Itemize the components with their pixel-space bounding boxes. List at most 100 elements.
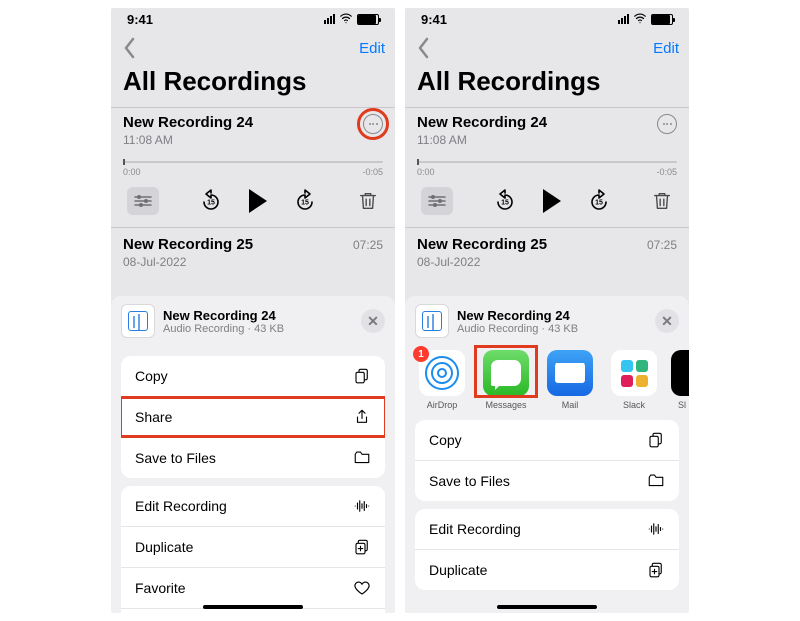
back-button[interactable]: [121, 37, 137, 59]
options-slider-button[interactable]: [421, 187, 453, 215]
duplicate-action[interactable]: Duplicate: [415, 549, 679, 590]
copy-icon: [647, 431, 665, 449]
copy-action[interactable]: Copy: [415, 420, 679, 460]
file-thumbnail-icon: [121, 304, 155, 338]
heart-icon: [353, 579, 371, 597]
messages-icon: [483, 350, 529, 396]
more-options-button[interactable]: [363, 114, 383, 134]
share-target-slack[interactable]: Slack: [607, 350, 661, 410]
share-sheet: New Recording 24 Audio Recording · 43 KB…: [405, 296, 689, 613]
waveform-icon: [353, 497, 371, 515]
copy-icon: [353, 367, 371, 385]
action-label: Save to Files: [135, 450, 216, 466]
playback-elapsed: 0:00: [417, 167, 435, 177]
recording-title: New Recording 24: [123, 114, 253, 131]
close-sheet-button[interactable]: ✕: [655, 309, 679, 333]
target-label: Slack: [607, 400, 661, 410]
nav-row: Edit: [111, 28, 395, 60]
recording-title: New Recording 25: [417, 236, 547, 253]
folder-icon: [647, 472, 665, 490]
copy-action[interactable]: Copy: [121, 356, 385, 396]
cellular-icon: [324, 14, 335, 24]
skip-back-15-button[interactable]: 15: [493, 189, 517, 213]
share-target-mail[interactable]: Mail: [543, 350, 597, 410]
back-button[interactable]: [415, 37, 431, 59]
svg-text:15: 15: [595, 200, 603, 207]
share-targets-row: 1 AirDrop Messages: [405, 346, 689, 420]
status-time: 9:41: [127, 12, 153, 27]
share-target-airdrop[interactable]: 1 AirDrop: [415, 350, 469, 410]
playback-scrubber[interactable]: [417, 161, 677, 163]
battery-icon: [651, 14, 673, 25]
action-label: Edit Recording: [135, 498, 227, 514]
sheet-file-subtitle: Audio Recording · 43 KB: [457, 323, 647, 335]
file-thumbnail-icon: [415, 304, 449, 338]
phone-left: 9:41 Edit All Recordings New Recording 2: [111, 8, 395, 613]
play-button[interactable]: [249, 189, 267, 213]
more-options-button[interactable]: [657, 114, 677, 134]
page-title: All Recordings: [405, 60, 689, 107]
target-label: Sl: [671, 400, 689, 410]
skip-forward-15-button[interactable]: 15: [293, 189, 317, 213]
playback-scrubber[interactable]: [123, 161, 383, 163]
page-title: All Recordings: [111, 60, 395, 107]
wifi-icon: [339, 11, 353, 28]
share-icon: [353, 408, 371, 426]
context-menu-sheet: New Recording 24 Audio Recording · 43 KB…: [111, 296, 395, 613]
svg-text:15: 15: [207, 200, 215, 207]
play-button[interactable]: [543, 189, 561, 213]
share-action[interactable]: Share: [121, 396, 385, 437]
save-to-files-action[interactable]: Save to Files: [415, 460, 679, 501]
action-group-1: Copy Save to Files: [415, 420, 679, 501]
recording-date: 08-Jul-2022: [123, 255, 253, 269]
home-indicator[interactable]: [497, 605, 597, 609]
options-slider-button[interactable]: [127, 187, 159, 215]
battery-icon: [357, 14, 379, 25]
home-indicator[interactable]: [203, 605, 303, 609]
favorite-action[interactable]: Favorite: [121, 567, 385, 608]
recording-title: New Recording 24: [417, 114, 547, 131]
status-time: 9:41: [421, 12, 447, 27]
action-label: Share: [135, 409, 172, 425]
skip-back-15-button[interactable]: 15: [199, 189, 223, 213]
edit-recording-action[interactable]: Edit Recording: [415, 509, 679, 549]
recording-expanded: New Recording 24 11:08 AM 0:00 -0:05 1: [111, 108, 395, 227]
action-label: Copy: [135, 368, 168, 384]
status-bar: 9:41: [111, 8, 395, 28]
status-right: [618, 11, 673, 28]
status-right: [324, 11, 379, 28]
action-label: Copy: [429, 432, 462, 448]
action-label: Save to Files: [429, 473, 510, 489]
delete-button[interactable]: [651, 190, 673, 212]
mail-icon: [547, 350, 593, 396]
svg-text:15: 15: [501, 200, 509, 207]
recording-row[interactable]: New Recording 25 08-Jul-2022 07:25: [405, 228, 689, 269]
target-label: Messages: [479, 400, 533, 410]
action-group-2: Edit Recording Duplicate: [415, 509, 679, 590]
close-sheet-button[interactable]: ✕: [361, 309, 385, 333]
recording-date: 08-Jul-2022: [417, 255, 547, 269]
playback-remaining: -0:05: [656, 167, 677, 177]
edit-button[interactable]: Edit: [653, 40, 679, 57]
share-target-messages[interactable]: Messages: [479, 350, 533, 410]
duplicate-icon: [353, 538, 371, 556]
slack-icon: [611, 350, 657, 396]
duplicate-action[interactable]: Duplicate: [121, 526, 385, 567]
nav-row: Edit: [405, 28, 689, 60]
skip-forward-15-button[interactable]: 15: [587, 189, 611, 213]
sheet-file-subtitle: Audio Recording · 43 KB: [163, 323, 353, 335]
edit-button[interactable]: Edit: [359, 40, 385, 57]
waveform-icon: [647, 520, 665, 538]
playback-elapsed: 0:00: [123, 167, 141, 177]
svg-text:15: 15: [301, 200, 309, 207]
phone-right: 9:41 Edit All Recordings New Recording 2…: [405, 8, 689, 613]
action-label: Edit Recording: [429, 521, 521, 537]
action-label: Favorite: [135, 580, 186, 596]
share-target-partial[interactable]: Sl: [671, 350, 689, 410]
delete-button[interactable]: [357, 190, 379, 212]
save-to-files-action[interactable]: Save to Files: [121, 437, 385, 478]
wifi-icon: [633, 11, 647, 28]
partial-app-icon: [671, 350, 689, 396]
edit-recording-action[interactable]: Edit Recording: [121, 486, 385, 526]
recording-row[interactable]: New Recording 25 08-Jul-2022 07:25: [111, 228, 395, 269]
